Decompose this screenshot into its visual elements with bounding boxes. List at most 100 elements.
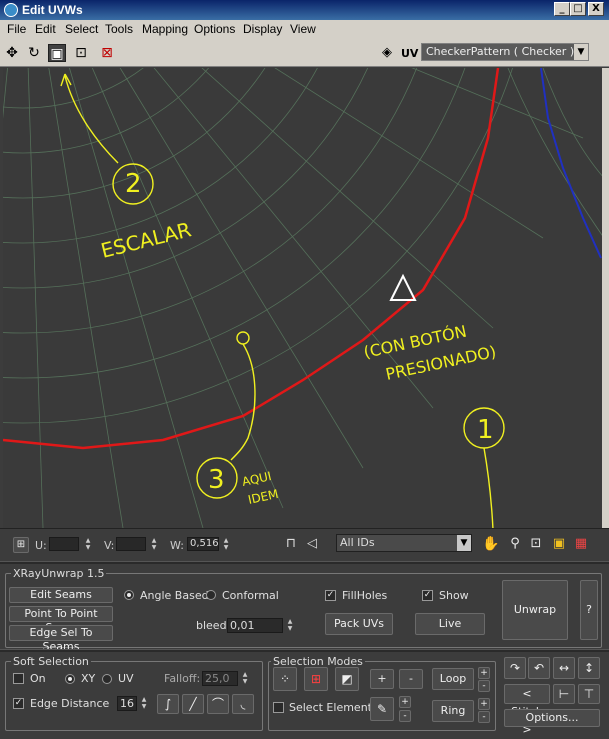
loop-shrink-button[interactable]: - <box>478 680 490 692</box>
falloff-slow-out-icon[interactable]: ⌒ <box>207 694 229 714</box>
uv-grid <box>3 68 604 528</box>
conformal-radio[interactable] <box>206 590 216 600</box>
angle-based-radio[interactable] <box>124 590 134 600</box>
live-button[interactable]: Live <box>415 613 485 635</box>
menu-mapping[interactable]: Mapping <box>142 22 188 36</box>
scale-icon[interactable]: ▣ <box>48 44 66 62</box>
align-horizontal-icon[interactable]: ⊢ <box>553 684 575 704</box>
rotate-icon[interactable]: ↻ <box>25 44 43 62</box>
paint-size-minus-button[interactable]: - <box>399 710 411 722</box>
move-icon[interactable]: ✥ <box>3 44 21 62</box>
ids-select[interactable]: All IDs ▼ <box>336 534 472 552</box>
zoom-icon[interactable]: ⚲ <box>506 535 524 553</box>
rotate-ccw-icon[interactable]: ↶ <box>528 657 550 679</box>
stitch-button[interactable]: < Stitch > <box>504 684 550 736</box>
minimize-button[interactable]: _ <box>554 2 570 16</box>
lock-icon[interactable]: ⊓ <box>282 535 300 553</box>
close-button[interactable]: X <box>588 2 604 16</box>
zoom-extents-icon[interactable]: ▣ <box>550 535 568 553</box>
title-bar: Edit UVWs _ □ X <box>0 0 609 20</box>
edit-seams-button[interactable]: Edit Seams <box>9 587 113 603</box>
uv-viewport[interactable]: 2 ESCALAR (CON BOTÓN PRESIONADO) 1 3 AQU… <box>3 68 604 528</box>
annotation-strokes <box>60 73 505 528</box>
ring-shrink-button[interactable]: - <box>478 711 490 723</box>
falloff-field[interactable]: 25,0 <box>202 671 238 686</box>
zoom-region-icon[interactable]: ⊡ <box>527 535 545 553</box>
select-element-label: Select Element <box>289 701 372 714</box>
edge-distance-spinner[interactable]: ▲ ▼ <box>140 696 148 710</box>
edge-sel-to-seams-button[interactable]: Edge Sel To Seams <box>9 625 113 653</box>
uv-canvas: 2 ESCALAR (CON BOTÓN PRESIONADO) 1 3 AQU… <box>3 68 604 528</box>
soft-selection-title: Soft Selection <box>11 655 91 668</box>
pan-tool-icon[interactable]: ◁ <box>303 535 321 553</box>
xy-radio[interactable] <box>65 674 75 684</box>
freeform-icon[interactable]: ⊡ <box>72 44 90 62</box>
uv-radio[interactable] <box>102 674 112 684</box>
point-to-point-seam-button[interactable]: Point To Point Seam <box>9 606 113 634</box>
viewport-scrollbar[interactable] <box>602 68 609 528</box>
w-spinner[interactable]: ▲ ▼ <box>222 537 230 551</box>
w-field[interactable]: 0,516 <box>187 537 219 551</box>
falloff-linear-icon[interactable]: ╱ <box>182 694 204 714</box>
texture-select[interactable]: CheckerPattern ( Checker ) ▼ <box>421 43 589 61</box>
menu-select[interactable]: Select <box>65 22 98 36</box>
paint-size-plus-button[interactable]: + <box>399 696 411 708</box>
edge-mode-icon[interactable]: ⊞ <box>304 667 328 691</box>
menu-edit[interactable]: Edit <box>35 22 56 36</box>
unwrap-button[interactable]: Unwrap <box>502 580 568 640</box>
w-label: W: <box>170 539 184 552</box>
help-button[interactable]: ? <box>580 580 598 640</box>
rotate-cw-icon[interactable]: ↷ <box>504 657 526 679</box>
absolute-offset-icon[interactable]: ⊞ <box>13 537 29 553</box>
mirror-horizontal-icon[interactable]: ↔ <box>553 657 575 679</box>
face-mode-icon[interactable]: ◩ <box>335 667 359 691</box>
fillholes-checkbox[interactable]: ✓ <box>325 590 336 601</box>
menu-view[interactable]: View <box>290 22 316 36</box>
bleed-field[interactable]: 0,01 <box>227 618 283 633</box>
v-label: V: <box>104 539 115 552</box>
falloff-label: Falloff: <box>164 672 201 685</box>
loop-button[interactable]: Loop <box>432 668 474 690</box>
loop-grow-button[interactable]: + <box>478 667 490 679</box>
align-vertical-icon[interactable]: ⊤ <box>578 684 600 704</box>
window-title: Edit UVWs <box>22 3 83 17</box>
v-field[interactable] <box>116 537 146 551</box>
mirror-icon[interactable]: ⊠ <box>98 44 116 62</box>
menu-tools[interactable]: Tools <box>105 22 133 36</box>
falloff-fast-out-icon[interactable]: ◟ <box>232 694 254 714</box>
v-spinner[interactable]: ▲ ▼ <box>150 537 158 551</box>
falloff-spinner[interactable]: ▲ ▼ <box>241 671 249 685</box>
u-field[interactable] <box>49 537 79 551</box>
grow-button[interactable]: + <box>370 669 394 689</box>
soft-on-checkbox[interactable] <box>13 673 24 684</box>
bleed-label: bleed <box>196 619 227 632</box>
bleed-spinner[interactable]: ▲ ▼ <box>286 618 294 632</box>
shrink-button[interactable]: - <box>399 669 423 689</box>
ring-grow-button[interactable]: + <box>478 698 490 710</box>
edge-distance-field[interactable]: 16 <box>117 696 137 711</box>
u-label: U: <box>35 539 47 552</box>
menu-options[interactable]: Options <box>194 22 235 36</box>
ring-button[interactable]: Ring <box>432 700 474 722</box>
step3-number: 3 <box>208 465 225 495</box>
menu-file[interactable]: File <box>7 22 26 36</box>
falloff-smooth-icon[interactable]: ∫ <box>157 694 179 714</box>
edge-distance-checkbox[interactable]: ✓ <box>13 698 24 709</box>
maximize-button[interactable]: □ <box>570 2 586 16</box>
paint-select-icon[interactable]: ✎ <box>370 697 394 721</box>
vertex-mode-icon[interactable]: ⁘ <box>273 667 297 691</box>
xray-title: XRayUnwrap 1.5 <box>11 567 107 580</box>
u-spinner[interactable]: ▲ ▼ <box>84 537 92 551</box>
hand-icon[interactable]: ✋ <box>482 535 500 553</box>
pack-uvs-button[interactable]: Pack UVs <box>325 613 393 635</box>
edge-distance-label: Edge Distance <box>30 697 110 710</box>
grid-snap-icon[interactable]: ▦ <box>572 535 590 553</box>
chevron-down-icon: ▼ <box>457 535 471 551</box>
checker-icon[interactable]: ◈ <box>378 44 396 62</box>
menu-display[interactable]: Display <box>243 22 282 36</box>
options-button[interactable]: Options... <box>504 709 600 727</box>
show-checkbox[interactable]: ✓ <box>422 590 433 601</box>
mirror-vertical-icon[interactable]: ↕ <box>578 657 600 679</box>
select-element-checkbox[interactable] <box>273 702 284 713</box>
show-label: Show <box>439 589 469 602</box>
